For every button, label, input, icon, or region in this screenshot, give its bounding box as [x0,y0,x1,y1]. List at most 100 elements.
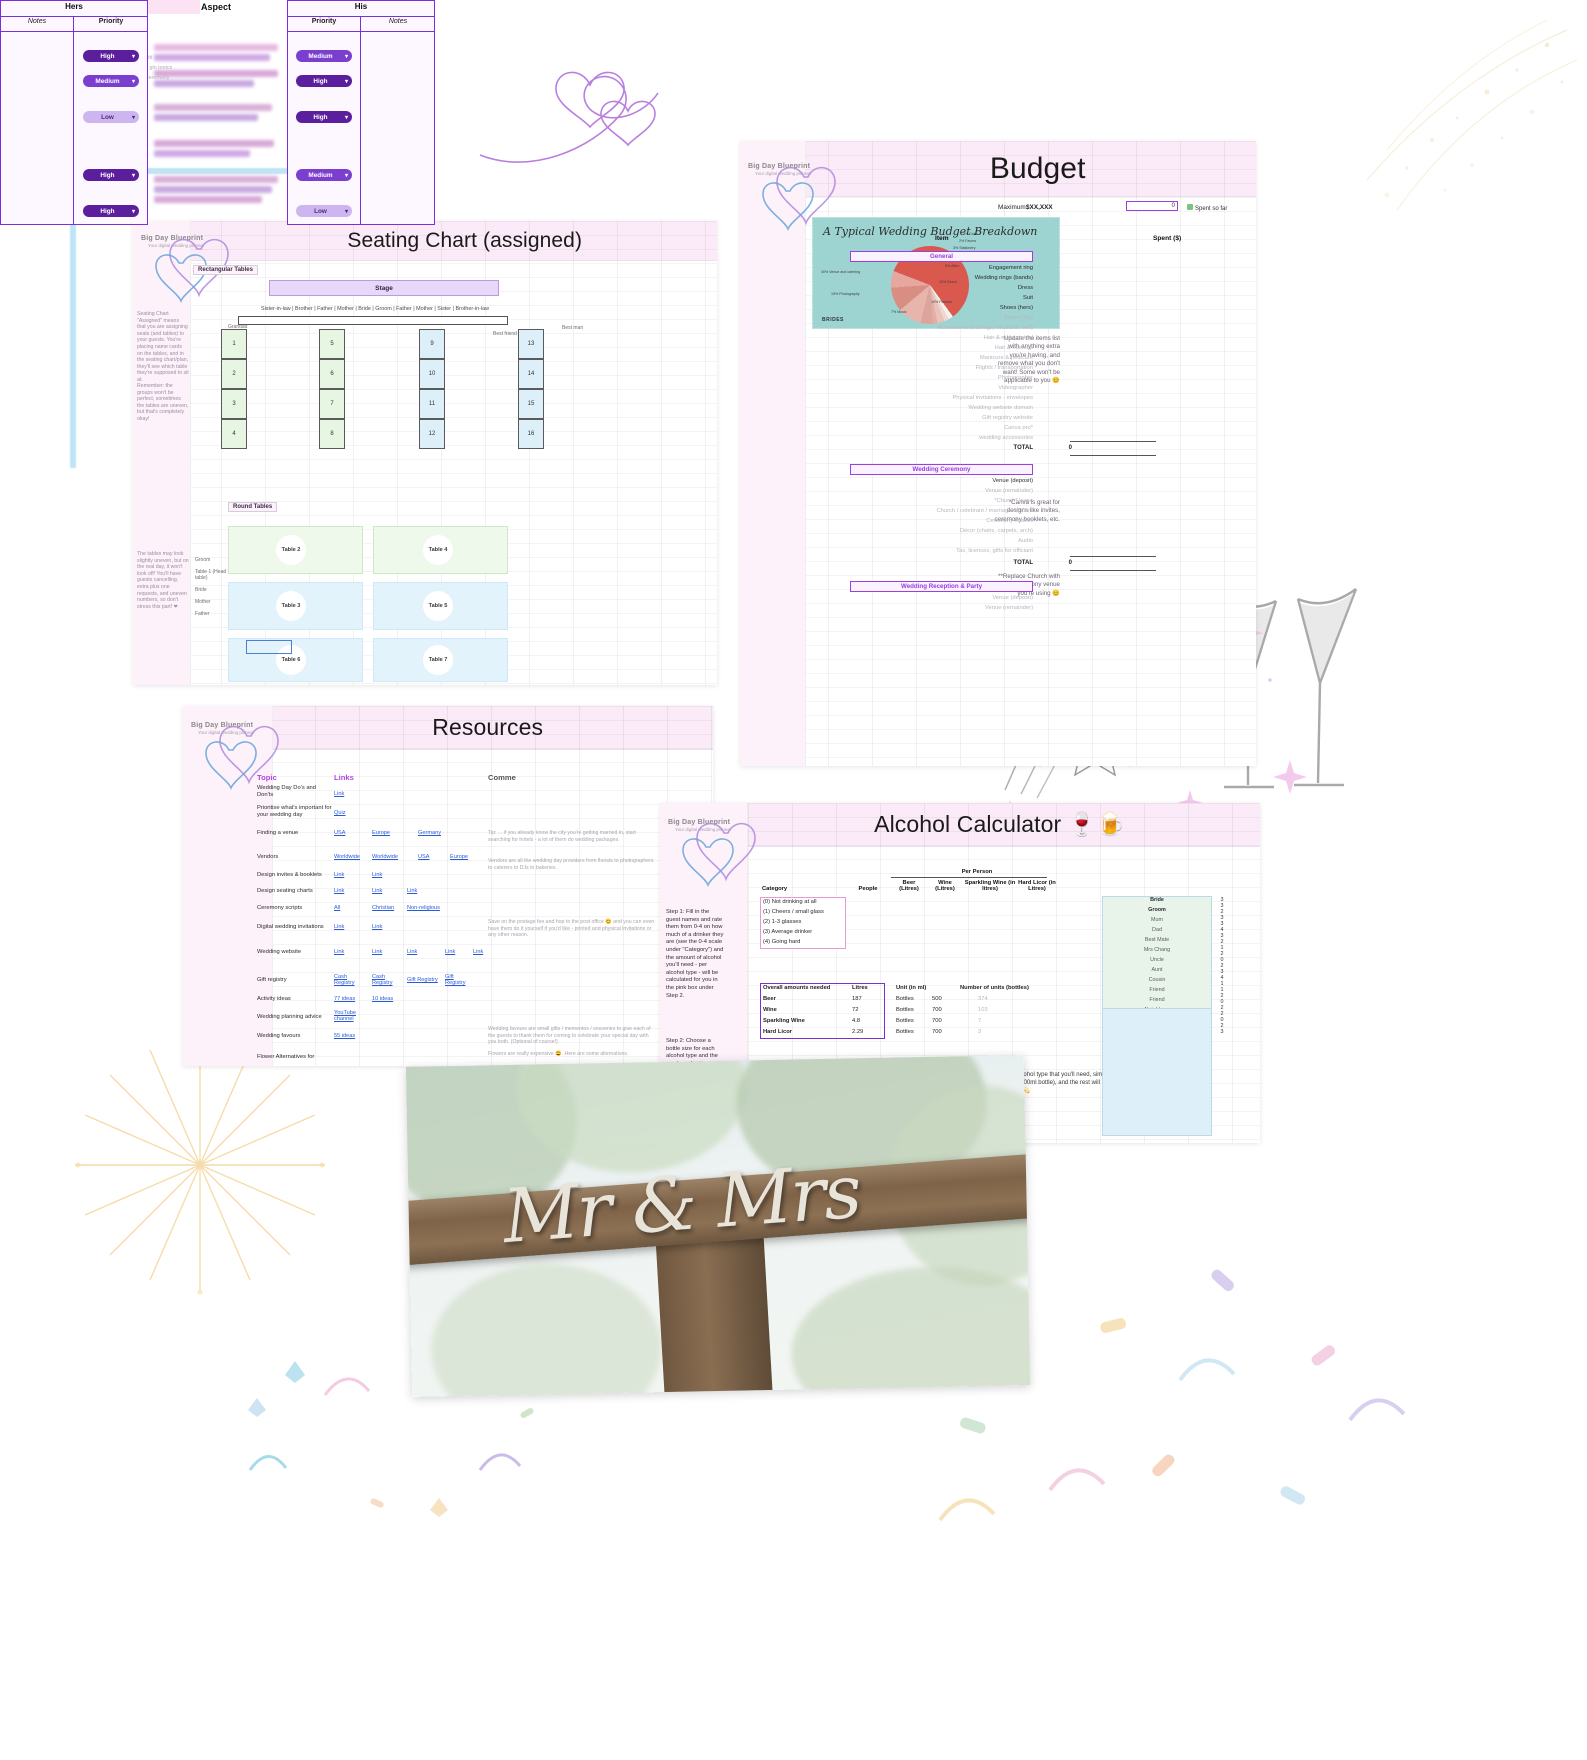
seat-cell[interactable]: 3 [221,389,247,419]
seat-cell[interactable]: 5 [319,329,345,359]
unit-ml[interactable]: 700 [932,1029,942,1035]
unit-ml[interactable]: 700 [932,1007,942,1013]
resource-link[interactable]: Link [334,872,344,878]
seat-cell[interactable]: 7 [319,389,345,419]
unit-type[interactable]: Bottles [896,1007,914,1013]
guest-name[interactable]: Dad [1102,927,1212,933]
budget-item[interactable]: Wedding rings (bands) [975,275,1033,281]
seat-cell[interactable]: 6 [319,359,345,389]
budget-item[interactable]: Photographer [998,375,1033,381]
budget-item[interactable]: Venue (remainder) [985,488,1033,494]
guest-name[interactable]: Groom [1102,907,1212,913]
budget-item[interactable]: Canva pro* [1004,425,1033,431]
seat-cell[interactable]: 12 [419,419,445,449]
his-priority-pill[interactable]: Medium ▾ [296,50,352,62]
seat-cell[interactable]: 11 [419,389,445,419]
resource-link[interactable]: Worldwide [372,854,398,860]
budget-category-reception[interactable]: Wedding Reception & Party [850,581,1033,592]
budget-item[interactable]: *Church* lease [994,498,1033,504]
his-priority-pill[interactable]: High ▾ [296,111,352,123]
round-table-name[interactable]: Table 7 [423,645,453,675]
hers-priority-pill[interactable]: Medium ▾ [83,75,139,87]
guest-name[interactable]: Friend [1102,987,1212,993]
unit-ml[interactable]: 500 [932,996,942,1002]
resource-link[interactable]: Worldwide [334,854,360,860]
resource-link[interactable]: Link [372,924,382,930]
budget-item[interactable]: Venue (deposit) [992,478,1033,484]
seat-cell[interactable]: 15 [518,389,544,419]
resource-link[interactable]: Link [334,924,344,930]
budget-item[interactable]: Dress [1018,285,1033,291]
unit-type[interactable]: Bottles [896,1029,914,1035]
resource-link[interactable]: Cash Registry [372,974,398,987]
budget-item[interactable]: Church / celebrant / marriage officiant [936,508,1033,514]
resource-link[interactable]: Link [372,888,382,894]
budget-item[interactable]: Videographer [998,385,1033,391]
budget-item[interactable]: Hair & makeup [995,345,1033,351]
budget-item[interactable]: Flights / transportation [976,365,1033,371]
resource-link[interactable]: 10 ideas [372,996,393,1002]
resource-link[interactable]: All [334,905,340,911]
resource-link[interactable]: Link [445,949,455,955]
budget-panel[interactable]: Big Day Blueprint Your digital wedding p… [740,141,1256,766]
budget-category-ceremony[interactable]: Wedding Ceremony [850,464,1033,475]
resource-link[interactable]: Europe [372,830,390,836]
table-column-3[interactable]: 9 10 11 12 [419,329,445,449]
seat-cell[interactable]: 16 [518,419,544,449]
guest-rating[interactable]: 3 [1216,1029,1228,1035]
table-column-2[interactable]: 5 6 7 8 [319,329,345,449]
resource-link[interactable]: 55 ideas [334,1033,355,1039]
round-table-name[interactable]: Table 5 [423,591,453,621]
budget-item[interactable]: Engagement ring [989,265,1033,271]
resource-link[interactable]: YouTube channel [334,1010,362,1023]
budget-item[interactable]: Ceremony flowers [986,518,1033,524]
resource-link[interactable]: Link [372,872,382,878]
round-table-name[interactable]: Table 2 [276,535,306,565]
budget-item[interactable]: Suit [1023,295,1033,301]
budget-item[interactable]: Gift registry website [982,415,1033,421]
budget-item[interactable]: Audio [1018,538,1033,544]
resource-link[interactable]: Link [334,791,344,797]
spent-total-input[interactable]: 0 [1126,201,1178,211]
seat-cell[interactable]: 13 [518,329,544,359]
budget-item[interactable]: Accessories (earrings, necklace, veil) [937,325,1033,331]
guest-names-column-secondary[interactable] [1102,1008,1212,1136]
selected-cell[interactable] [246,640,292,654]
his-priority-pill[interactable]: Medium ▾ [296,169,352,181]
guest-name[interactable]: Uncle [1102,957,1212,963]
resource-link[interactable]: Quiz [334,810,346,816]
guest-name[interactable]: Best Mate [1102,937,1212,943]
his-priority-pill[interactable]: High ▾ [296,75,352,87]
budget-item[interactable]: Manicure & pedicure [980,355,1033,361]
resource-link[interactable]: Cash Registry [334,974,360,987]
seating-chart-panel[interactable]: Big Day Blueprint Your digital wedding p… [133,221,717,685]
guest-name[interactable]: Cousin [1102,977,1212,983]
budget-maximum-value[interactable]: $XX,XXX [1026,204,1053,211]
budget-item[interactable]: Décor (chairs, carpets, arch) [960,528,1033,534]
resource-link[interactable]: Link [372,949,382,955]
seat-cell[interactable]: 2 [221,359,247,389]
guest-name[interactable]: Mrs Chang [1102,947,1212,953]
hers-priority-pill[interactable]: High ▾ [83,50,139,62]
resource-link[interactable]: USA [418,854,430,860]
budget-item[interactable]: Wedding website domain [968,405,1033,411]
seat-cell[interactable]: 14 [518,359,544,389]
table-column-1[interactable]: 1 2 3 4 [221,329,247,449]
seat-cell[interactable]: 8 [319,419,345,449]
resource-link[interactable]: Gift Registry [445,974,469,987]
his-priority-pill[interactable]: Low ▾ [296,205,352,217]
hers-priority-pill[interactable]: High ▾ [83,205,139,217]
resource-link[interactable]: Link [407,888,417,894]
round-table-name[interactable]: Table 4 [423,535,453,565]
budget-item[interactable]: Shoes (hers) [1000,305,1033,311]
guest-name[interactable]: Aunt [1102,967,1212,973]
resource-link[interactable]: Gift Registry [407,977,438,983]
budget-item[interactable]: Physical invitations - envelopes [952,395,1033,401]
resource-link[interactable]: Germany [418,830,441,836]
resource-link[interactable]: Link [334,888,344,894]
seat-cell[interactable]: 1 [221,329,247,359]
hers-priority-pill[interactable]: High ▾ [83,169,139,181]
hers-priority-pill[interactable]: Low ▾ [83,111,139,123]
resources-panel[interactable]: Big Day Blueprint Your digital wedding p… [183,706,713,1066]
seat-cell[interactable]: 4 [221,419,247,449]
